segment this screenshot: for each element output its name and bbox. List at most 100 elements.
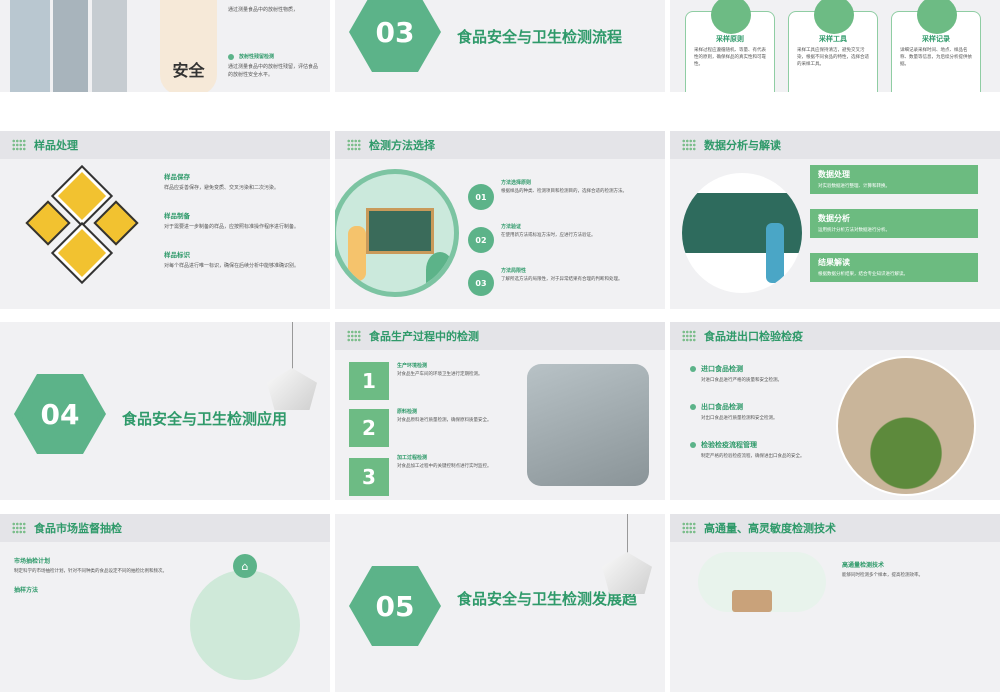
card-title: 采样工具 bbox=[819, 35, 847, 43]
bank-icon: ⌂ bbox=[233, 554, 257, 578]
item-label: 生产环境检测 bbox=[397, 363, 428, 369]
item-desc: 对每个样品进行唯一标识，确保在后续分析中能够准确识别。 bbox=[164, 263, 300, 269]
item-label: 样品制备 bbox=[164, 212, 190, 220]
section-number: 05 bbox=[355, 572, 435, 640]
section-hex: 04 bbox=[14, 374, 106, 454]
slide-thumb-5[interactable]: 检测方法选择 01 方法选择原则 根据样品的种类、检测项目和检测目的，选择合适的… bbox=[335, 131, 665, 309]
item-desc: 制定严格的检验检疫流程，确保进出口食品的安全。 bbox=[701, 454, 805, 459]
step-number: 03 bbox=[468, 270, 494, 296]
lamp-icon bbox=[267, 368, 317, 410]
item-label: 进口食品检测 bbox=[701, 365, 743, 373]
lamp-cord bbox=[292, 322, 293, 370]
card-title: 采样记录 bbox=[922, 35, 950, 43]
item-label: 抽样方法 bbox=[14, 587, 39, 594]
card-icon bbox=[917, 0, 957, 34]
person-icon bbox=[766, 223, 784, 283]
item-desc: 对食品加工过程中的关键控制点进行实时监控。 bbox=[397, 464, 492, 469]
slide-thumb-12[interactable]: 高通量、高灵敏度检测技术 高通量检测技术 能够同时检测多个样本，提高检测效率。 bbox=[670, 514, 1000, 692]
slide-thumb-11[interactable]: 05 食品安全与卫生检测发展趋 bbox=[335, 514, 665, 692]
dots-icon bbox=[347, 330, 361, 342]
slide-title: 高通量、高灵敏度检测技术 bbox=[704, 522, 836, 535]
hazard-icon bbox=[93, 200, 139, 246]
lab-photo-1 bbox=[10, 0, 50, 92]
dots-icon bbox=[682, 330, 696, 342]
slide-title: 检测方法选择 bbox=[369, 139, 435, 152]
lab-photo-2 bbox=[53, 0, 88, 92]
factory-photo bbox=[527, 364, 649, 486]
item-label: 原料检测 bbox=[397, 409, 418, 415]
sampling-card-2: 采样工具 采样工具应保持清洁，避免交叉污染，根据不同食品的特性，选择合适的采样工… bbox=[788, 0, 878, 92]
item-label: 高通量检测技术 bbox=[842, 562, 885, 569]
dots-icon bbox=[682, 522, 696, 534]
item-desc: 了解所选方法的局限性，对于异常结果有合理的判断和处理。 bbox=[501, 277, 623, 282]
hazard-icon bbox=[25, 200, 71, 246]
step-number: 02 bbox=[468, 227, 494, 253]
item-label: 市场抽检计划 bbox=[14, 558, 51, 565]
section-number: 04 bbox=[20, 380, 100, 448]
s1-text2: 通过测量食品中的放射性残留，评估食品的放射性安全水平。 bbox=[228, 64, 319, 78]
lamp-cord bbox=[627, 514, 628, 554]
analysis-box-3: 结果解读 根据数据分析结果，结合专业知识进行解读。 bbox=[810, 253, 978, 282]
photo-circle bbox=[190, 570, 300, 680]
slide-thumb-10[interactable]: 食品市场监督抽检 市场抽检计划 制定科学的市场抽检计划，针对不同种类的食品设定不… bbox=[0, 514, 330, 692]
sampling-card-1: 采样原则 采样过程应遵循随机、等量、有代表性的原则，确保样品的真实性和可靠性。 bbox=[685, 0, 775, 92]
section-title: 食品安全与卫生检测应用 bbox=[122, 410, 288, 428]
section-number: 03 bbox=[355, 0, 435, 66]
s1-text1: 通过测量食品中的放射性物质， bbox=[228, 7, 299, 13]
slide-header: 食品市场监督抽检 bbox=[0, 514, 330, 542]
card-desc: 详细记录采样时间、地点、样品名称、数量等信息，为后续分析提供依据。 bbox=[900, 48, 972, 67]
slide-thumb-4[interactable]: 样品处理 样品保存 样品应妥善保存，避免变质、交叉污染和二次污染。 样品制备 对… bbox=[0, 131, 330, 309]
item-desc: 对于需要进一步制备的样品，应按照标准操作程序进行制备。 bbox=[164, 224, 300, 230]
slide-thumb-7[interactable]: 04 食品安全与卫生检测应用 bbox=[0, 322, 330, 500]
item-desc: 对进口食品进行严格的质量和安全检测。 bbox=[701, 378, 782, 383]
slide-header: 高通量、高灵敏度检测技术 bbox=[670, 514, 1000, 542]
inspection-photo bbox=[836, 356, 976, 496]
step-number: 3 bbox=[349, 458, 389, 496]
slide-title: 数据分析与解读 bbox=[704, 139, 781, 152]
step-number: 1 bbox=[349, 362, 389, 400]
item-label: 方法验证 bbox=[501, 224, 522, 230]
slide-thumb-9[interactable]: 食品进出口检验检疫 进口食品检测 对进口食品进行严格的质量和安全检测。 出口食品… bbox=[670, 322, 1000, 500]
box-desc: 对实验数据进行整理、计算和转换。 bbox=[818, 184, 890, 189]
slide-grid: 安全 通过测量食品中的放射性物质， 放射性残留检测 通过测量食品中的放射性残留，… bbox=[0, 0, 1000, 692]
slide-header: 食品生产过程中的检测 bbox=[335, 322, 665, 350]
slide-header: 数据分析与解读 bbox=[670, 131, 1000, 159]
box-title: 结果解读 bbox=[818, 258, 850, 267]
slide-thumb-2[interactable]: 03 食品安全与卫生检测流程 bbox=[335, 0, 665, 92]
analysis-box-2: 数据分析 运用统计分析方法对数据进行分析。 bbox=[810, 209, 978, 238]
card-title: 采样原则 bbox=[716, 35, 744, 43]
analysis-box-1: 数据处理 对实验数据进行整理、计算和转换。 bbox=[810, 165, 978, 194]
lab-photo-3 bbox=[92, 0, 127, 92]
safety-illustration: 安全 bbox=[160, 0, 217, 92]
slide-header: 检测方法选择 bbox=[335, 131, 665, 159]
s1-label2: 放射性残留检测 bbox=[239, 54, 275, 60]
chalkboard-icon bbox=[366, 208, 434, 254]
books-illustration bbox=[698, 552, 826, 612]
step-number: 2 bbox=[349, 409, 389, 447]
slide-header: 食品进出口检验检疫 bbox=[670, 322, 1000, 350]
slide-thumb-1[interactable]: 安全 通过测量食品中的放射性物质， 放射性残留检测 通过测量食品中的放射性残留，… bbox=[0, 0, 330, 92]
slide-header: 样品处理 bbox=[0, 131, 330, 159]
slide-thumb-8[interactable]: 食品生产过程中的检测 1 生产环境检测 对食品生产车间的环境卫生进行定期检测。 … bbox=[335, 322, 665, 500]
section-hex: 05 bbox=[349, 566, 441, 646]
bullet-icon bbox=[228, 53, 234, 60]
slide-title: 样品处理 bbox=[34, 139, 78, 152]
item-desc: 对食品原料进行质量检测，确保原料质量安全。 bbox=[397, 418, 492, 423]
board-icon bbox=[682, 193, 802, 253]
bullet-icon bbox=[690, 442, 696, 448]
slide-title: 食品市场监督抽检 bbox=[34, 522, 122, 535]
item-desc: 对出口食品进行质量检测和安全检测。 bbox=[701, 416, 778, 421]
item-label: 方法选择原则 bbox=[501, 180, 532, 186]
card-desc: 采样过程应遵循随机、等量、有代表性的原则，确保样品的真实性和可靠性。 bbox=[694, 48, 766, 67]
lamp-icon bbox=[602, 552, 652, 594]
box-title: 数据分析 bbox=[818, 214, 850, 223]
bullet-icon bbox=[690, 404, 696, 410]
slide-thumb-3[interactable]: 采样原则 采样过程应遵循随机、等量、有代表性的原则，确保样品的真实性和可靠性。 … bbox=[670, 0, 1000, 92]
dots-icon bbox=[12, 139, 26, 151]
item-label: 出口食品检测 bbox=[701, 403, 743, 411]
slide-title: 食品进出口检验检疫 bbox=[704, 330, 803, 343]
section-title: 食品安全与卫生检测流程 bbox=[457, 28, 623, 46]
item-desc: 样品应妥善保存，避免变质、交叉污染和二次污染。 bbox=[164, 185, 280, 191]
item-label: 方法局限性 bbox=[501, 268, 527, 274]
item-desc: 在使用新方法或标准方法时，应进行方法验证。 bbox=[501, 233, 596, 238]
